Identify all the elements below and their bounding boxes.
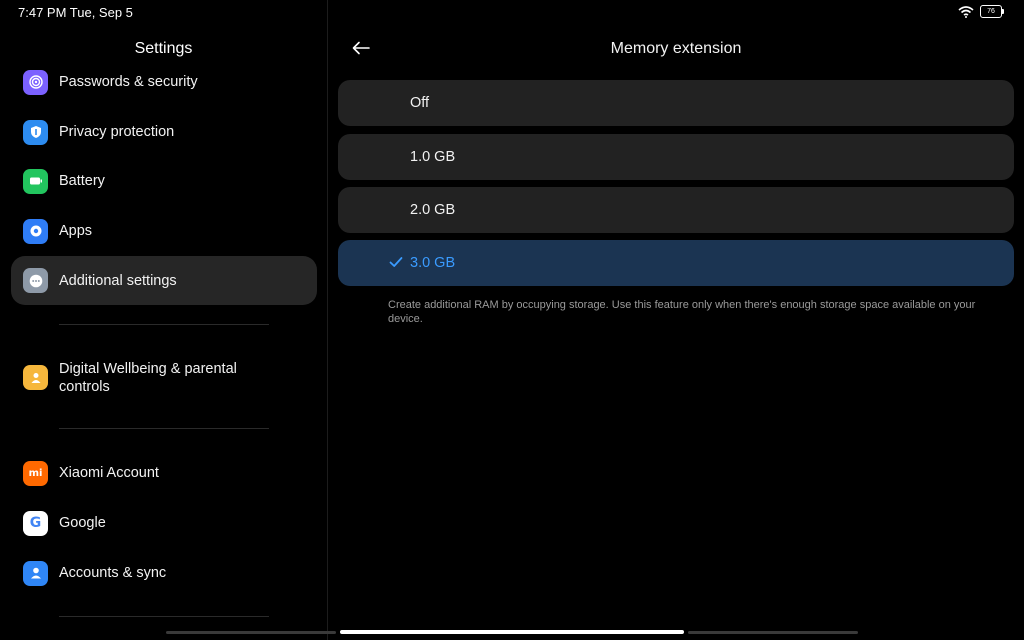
sidebar-item-label: Additional settings bbox=[59, 272, 177, 289]
sidebar-item-battery[interactable]: Battery bbox=[11, 167, 317, 195]
status-icons: 76 bbox=[958, 5, 1004, 18]
sidebar-title: Settings bbox=[134, 40, 193, 57]
sidebar-item-label: Privacy protection bbox=[59, 124, 175, 140]
back-arrow-icon bbox=[352, 41, 370, 55]
option-label: 1.0 GB bbox=[410, 149, 456, 165]
sidebar-item-label: Battery bbox=[59, 173, 105, 189]
sidebar-item-label: Xiaomi Account bbox=[59, 465, 159, 481]
option-1gb[interactable]: 1.0 GB bbox=[338, 134, 1014, 180]
wifi-icon bbox=[958, 5, 974, 18]
option-3gb[interactable]: 3.0 GB bbox=[338, 240, 1014, 286]
sidebar-item-google[interactable]: G Google bbox=[11, 509, 317, 537]
person-icon bbox=[23, 560, 48, 586]
mi-icon: mi bbox=[23, 460, 48, 486]
fingerprint-icon bbox=[23, 69, 48, 95]
more-icon bbox=[23, 268, 48, 293]
option-label: Off bbox=[410, 95, 430, 111]
sidebar-item-privacy-protection[interactable]: Privacy protection bbox=[11, 118, 317, 146]
sidebar-divider bbox=[59, 428, 269, 429]
sidebar-item-digital-wellbeing[interactable]: Digital Wellbeing & parental controls bbox=[11, 359, 317, 397]
option-label: 2.0 GB bbox=[410, 202, 456, 218]
option-2gb[interactable]: 2.0 GB bbox=[338, 187, 1014, 233]
battery-icon bbox=[23, 168, 48, 194]
back-button[interactable] bbox=[349, 36, 373, 60]
settings-sidebar: Settings Passwords & security Privacy pr… bbox=[0, 0, 327, 640]
nav-indicator-right bbox=[688, 631, 858, 634]
sidebar-item-accounts-sync[interactable]: Accounts & sync bbox=[11, 559, 317, 587]
sidebar-item-apps[interactable]: Apps bbox=[11, 217, 317, 245]
sidebar-divider bbox=[59, 616, 269, 617]
sidebar-item-label: Accounts & sync bbox=[59, 565, 167, 581]
battery-indicator: 76 bbox=[980, 5, 1004, 18]
option-off[interactable]: Off bbox=[338, 80, 1014, 126]
page-title: Memory extension bbox=[610, 40, 742, 57]
privacy-icon bbox=[23, 119, 48, 145]
checkmark-icon bbox=[389, 257, 403, 267]
memory-extension-description: Create additional RAM by occupying stora… bbox=[388, 299, 976, 325]
sidebar-item-label: Google bbox=[59, 515, 106, 531]
option-label: 3.0 GB bbox=[410, 255, 456, 271]
gear-icon bbox=[23, 218, 48, 244]
google-icon: G bbox=[23, 510, 48, 536]
sidebar-item-label: Apps bbox=[59, 223, 93, 239]
gesture-handle[interactable] bbox=[340, 630, 684, 634]
sidebar-divider bbox=[59, 324, 269, 325]
sidebar-item-passwords-security[interactable]: Passwords & security bbox=[11, 68, 317, 96]
sidebar-item-label: Digital Wellbeing & parental controls bbox=[59, 361, 237, 395]
sidebar-item-xiaomi-account[interactable]: mi Xiaomi Account bbox=[11, 459, 317, 487]
sidebar-item-label: Passwords & security bbox=[59, 74, 198, 90]
nav-indicator-left bbox=[166, 631, 336, 634]
sidebar-item-additional-settings[interactable]: Additional settings bbox=[11, 256, 317, 305]
wellbeing-icon bbox=[23, 365, 48, 390]
pane-divider bbox=[327, 0, 328, 640]
